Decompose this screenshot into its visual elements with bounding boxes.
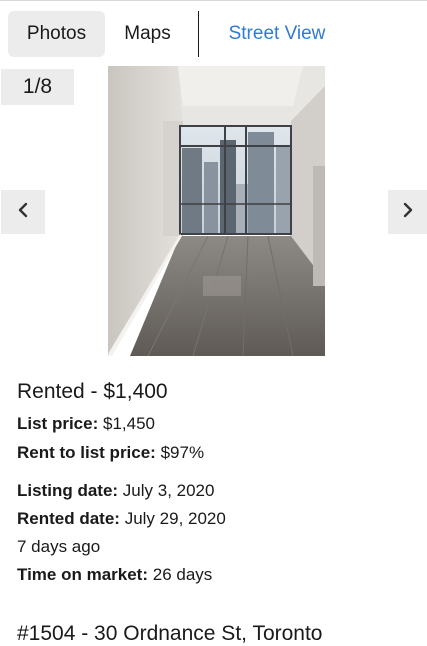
rented-date-value: July 29, 2020 bbox=[124, 509, 226, 528]
chevron-left-icon bbox=[17, 202, 29, 223]
list-price-row: List price: $1,450 bbox=[17, 414, 155, 434]
photo-counter: 1/8 bbox=[1, 69, 74, 105]
tab-photos[interactable]: Photos bbox=[8, 11, 105, 57]
listing-date-row: Listing date: July 3, 2020 bbox=[17, 481, 214, 501]
rent-to-list-label: Rent to list price: bbox=[17, 443, 156, 462]
listing-photo[interactable] bbox=[108, 66, 325, 356]
rented-date-row: Rented date: July 29, 2020 bbox=[17, 509, 226, 529]
listing-date-value: July 3, 2020 bbox=[122, 481, 215, 500]
rent-to-list-value: $97% bbox=[160, 443, 205, 462]
listing-date-label: Listing date: bbox=[17, 481, 119, 500]
time-on-market-value: 26 days bbox=[152, 565, 213, 584]
list-price-value: $1,450 bbox=[102, 414, 155, 433]
next-photo-button[interactable] bbox=[388, 190, 427, 234]
list-price-label: List price: bbox=[17, 414, 99, 433]
tab-street-view[interactable]: Street View bbox=[218, 11, 336, 57]
tab-maps[interactable]: Maps bbox=[110, 11, 185, 57]
rent-to-list-row: Rent to list price: $97% bbox=[17, 443, 204, 463]
listing-address: #1504 - 30 Ordnance St, Toronto bbox=[17, 622, 323, 645]
tab-divider bbox=[198, 11, 199, 57]
time-on-market-row: Time on market: 26 days bbox=[17, 565, 212, 585]
previous-photo-button[interactable] bbox=[1, 190, 45, 234]
chevron-right-icon bbox=[402, 202, 414, 223]
rented-date-label: Rented date: bbox=[17, 509, 120, 528]
time-on-market-label: Time on market: bbox=[17, 565, 149, 584]
days-ago: 7 days ago bbox=[17, 537, 101, 556]
top-divider bbox=[0, 0, 427, 1]
rent-status: Rented - $1,400 bbox=[17, 380, 168, 403]
